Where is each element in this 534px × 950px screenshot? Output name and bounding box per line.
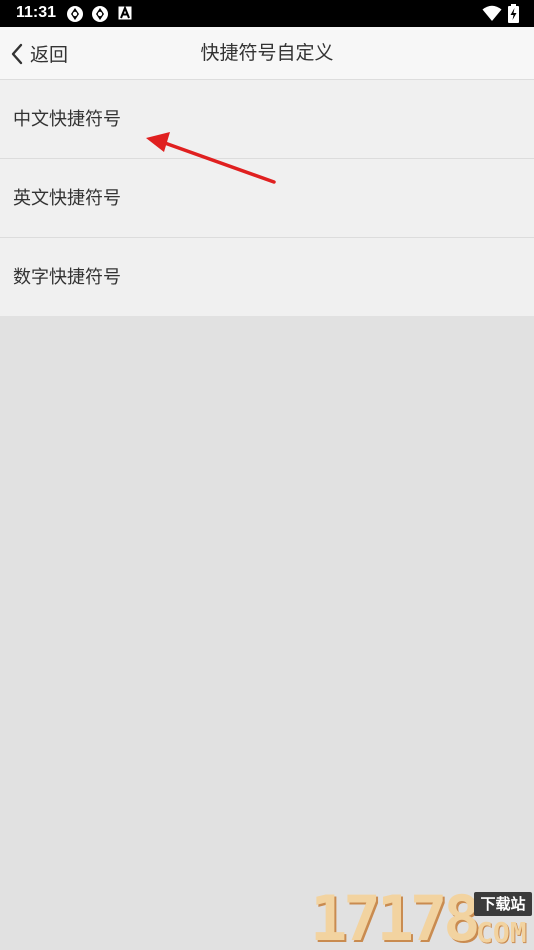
watermark-suffix: COM — [476, 916, 527, 949]
status-time: 11:31 — [16, 4, 57, 21]
a-badge-icon — [118, 6, 132, 20]
list-item-number-shortcuts[interactable]: 数字快捷符号 — [0, 238, 534, 316]
nav-bar: 返回 快捷符号自定义 — [0, 27, 534, 80]
settings-list: 中文快捷符号 英文快捷符号 数字快捷符号 — [0, 80, 534, 316]
red-arrow-icon — [146, 132, 276, 184]
battery-charging-icon — [508, 4, 519, 23]
watermark-tag: 下载站 — [474, 892, 532, 916]
watermark-logo: 17178 下载站 COM — [308, 882, 534, 950]
back-label: 返回 — [30, 44, 69, 66]
chevron-left-icon — [11, 43, 23, 64]
sync-icon — [67, 6, 83, 22]
wifi-icon — [482, 5, 502, 21]
watermark-number: 17178 — [310, 882, 481, 950]
sync-icon — [92, 6, 108, 22]
status-bar: 11:31 — [0, 0, 534, 27]
back-button[interactable]: 返回 — [10, 27, 90, 80]
